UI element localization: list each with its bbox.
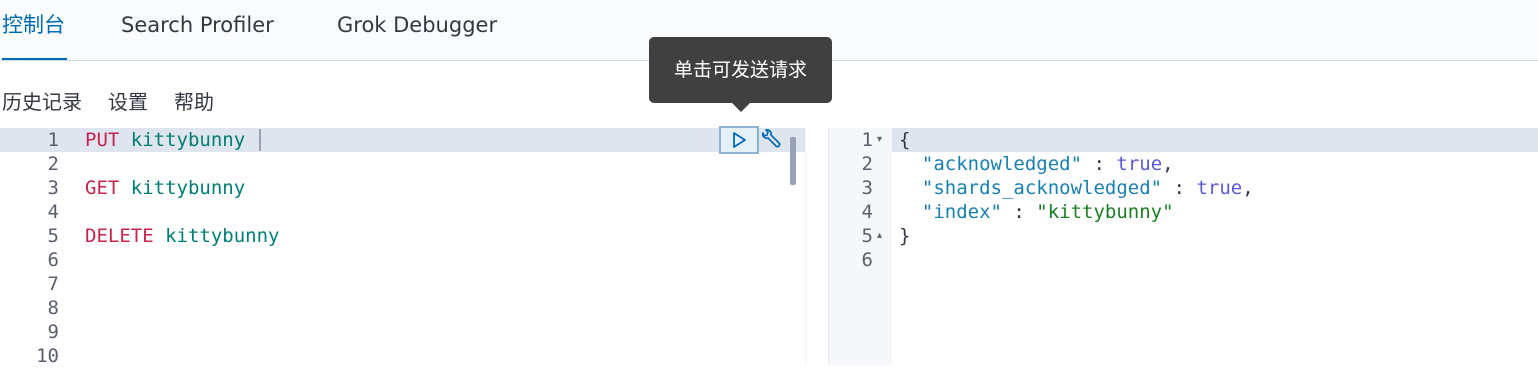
line-number: 4 xyxy=(861,201,873,223)
request-line: GET kittybunny xyxy=(85,176,245,200)
line-number: 3 xyxy=(47,177,59,199)
send-request-tooltip: 单击可发送请求 xyxy=(649,37,832,112)
request-line: DELETE kittybunny xyxy=(85,224,279,248)
send-request-button[interactable] xyxy=(719,126,759,154)
line-number: 8 xyxy=(47,297,59,319)
fold-open-icon[interactable]: ▾ xyxy=(877,134,882,145)
line-number: 1 xyxy=(47,129,59,151)
tab-console[interactable]: 控制台 xyxy=(2,0,67,60)
response-viewer: 1 2 3 4 5 6 ▾ ▴ { "acknowledged" : true,… xyxy=(829,128,1538,365)
response-gutter: 1 2 3 4 5 6 ▾ ▴ xyxy=(829,128,892,365)
history-menu-item[interactable]: 历史记录 xyxy=(2,86,82,115)
json-comma: , xyxy=(1242,177,1254,199)
wrench-settings-button[interactable] xyxy=(757,128,783,154)
line-number: 2 xyxy=(861,153,873,175)
json-comma: , xyxy=(1162,153,1174,175)
json-key: "index" xyxy=(921,201,1002,223)
json-open-brace: { xyxy=(899,129,911,151)
request-method: DELETE xyxy=(85,225,154,247)
line-number: 5 xyxy=(47,225,59,247)
request-url: kittybunny xyxy=(165,225,280,247)
wrench-icon xyxy=(761,129,781,148)
json-separator: : xyxy=(1001,201,1037,223)
request-line: PUT kittybunny xyxy=(85,128,245,152)
request-method: GET xyxy=(85,177,120,199)
json-separator: : xyxy=(1162,177,1197,199)
request-editor[interactable]: 1 2 3 4 5 6 7 8 9 10 PUT kittybunny GET … xyxy=(0,128,805,367)
active-line-highlight xyxy=(829,128,1538,152)
request-url: kittybunny xyxy=(130,177,246,199)
help-menu-item[interactable]: 帮助 xyxy=(174,86,214,115)
pane-resizer[interactable] xyxy=(805,128,829,365)
line-number: 7 xyxy=(47,273,59,295)
json-key: "shards_acknowledged" xyxy=(921,177,1163,199)
line-number: 10 xyxy=(36,345,59,367)
line-number: 2 xyxy=(47,153,59,175)
tab-search-profiler[interactable]: Search Profiler xyxy=(121,0,274,60)
request-gutter: 1 2 3 4 5 6 7 8 9 10 xyxy=(0,128,79,367)
json-value: true xyxy=(1116,153,1163,175)
play-icon xyxy=(733,132,746,148)
line-number: 4 xyxy=(47,201,59,223)
json-field: "acknowledged" : true, xyxy=(899,152,1174,176)
json-field: "index" : "kittybunny" xyxy=(899,200,1174,224)
fold-close-icon[interactable]: ▴ xyxy=(877,230,882,241)
line-number: 6 xyxy=(861,249,873,271)
editor-scrollbar[interactable] xyxy=(790,137,796,185)
json-key: "acknowledged" xyxy=(921,153,1083,175)
settings-menu-item[interactable]: 设置 xyxy=(108,86,148,115)
tab-grok-debugger[interactable]: Grok Debugger xyxy=(337,0,497,60)
line-number: 9 xyxy=(47,321,59,343)
json-close-brace: } xyxy=(899,225,911,247)
line-number: 1 xyxy=(861,129,873,151)
line-number: 5 xyxy=(861,225,873,247)
line-number: 3 xyxy=(861,177,873,199)
json-value: "kittybunny" xyxy=(1036,201,1174,223)
request-method: PUT xyxy=(85,129,120,151)
request-url: kittybunny xyxy=(130,129,246,151)
json-value: true xyxy=(1196,177,1243,199)
json-field: "shards_acknowledged" : true, xyxy=(899,176,1254,200)
text-cursor xyxy=(259,129,261,151)
line-number: 6 xyxy=(47,249,59,271)
json-separator: : xyxy=(1082,153,1117,175)
